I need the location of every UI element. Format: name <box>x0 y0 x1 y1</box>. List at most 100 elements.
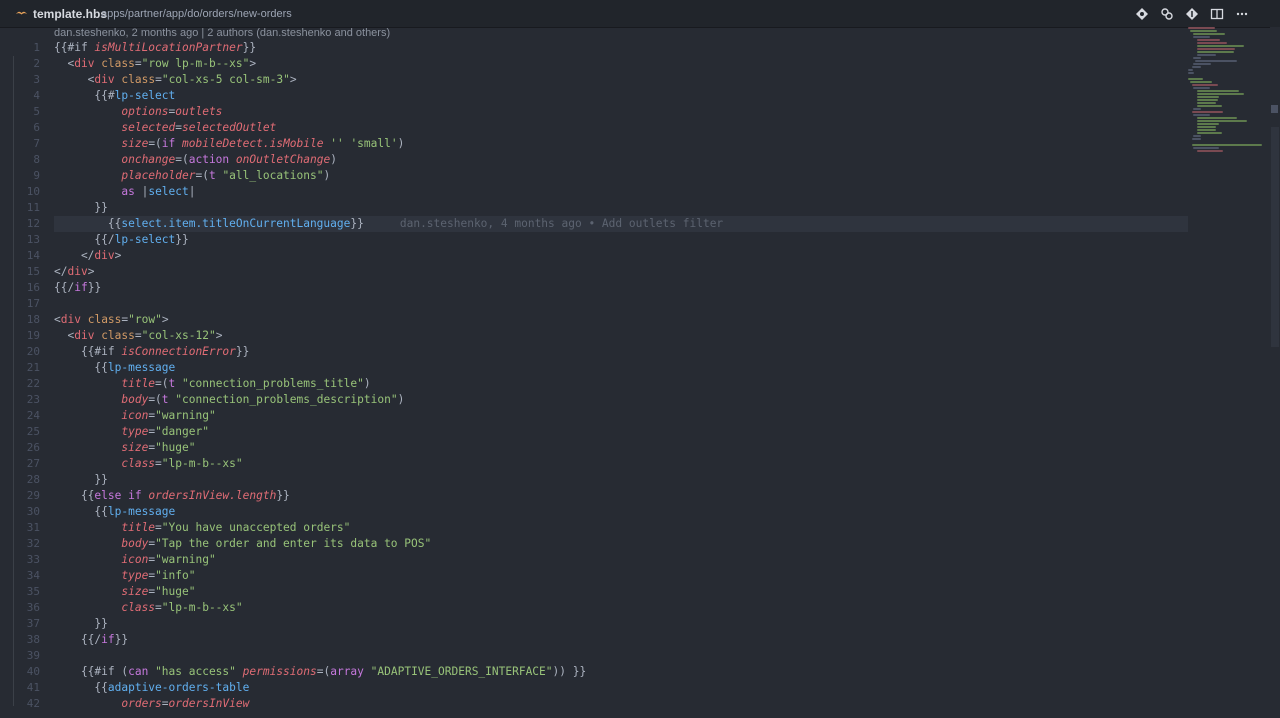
code-editor[interactable]: {{#if isMultiLocationPartner}} <div clas… <box>54 40 1188 718</box>
code-line[interactable] <box>54 648 1188 664</box>
scrollbar-thumb[interactable] <box>1271 105 1278 113</box>
code-line[interactable]: size="huge" <box>54 440 1188 456</box>
line-number[interactable]: 7 <box>0 136 40 152</box>
line-number[interactable]: 9 <box>0 168 40 184</box>
code-line[interactable]: class="lp-m-b--xs" <box>54 600 1188 616</box>
line-number[interactable]: 6 <box>0 120 40 136</box>
line-number[interactable]: 1 <box>0 40 40 56</box>
line-number[interactable]: 17 <box>0 296 40 312</box>
more-actions-icon[interactable] <box>1234 6 1250 22</box>
line-number[interactable]: 41 <box>0 680 40 696</box>
code-line[interactable] <box>54 296 1188 312</box>
line-number[interactable]: 37 <box>0 616 40 632</box>
git-commit-icon[interactable] <box>1134 6 1150 22</box>
code-line[interactable]: {{/if}} <box>54 280 1188 296</box>
code-line[interactable]: {{/if}} <box>54 632 1188 648</box>
code-line[interactable]: <div class="col-xs-12"> <box>54 328 1188 344</box>
code-line[interactable]: }} <box>54 472 1188 488</box>
code-line[interactable]: <div class="row lp-m-b--xs"> <box>54 56 1188 72</box>
line-number[interactable]: 28 <box>0 472 40 488</box>
code-line[interactable]: }} <box>54 200 1188 216</box>
line-number[interactable]: 32 <box>0 536 40 552</box>
split-editor-icon[interactable] <box>1209 6 1225 22</box>
code-line[interactable]: size=(if mobileDetect.isMobile '' 'small… <box>54 136 1188 152</box>
line-number[interactable]: 36 <box>0 600 40 616</box>
open-changes-icon[interactable] <box>1159 6 1175 22</box>
code-line[interactable]: }} <box>54 616 1188 632</box>
line-number[interactable]: 2 <box>0 56 40 72</box>
code-line[interactable]: {{else if ordersInView.length}} <box>54 488 1188 504</box>
code-line[interactable]: orders=ordersInView <box>54 696 1188 712</box>
line-number[interactable]: 20 <box>0 344 40 360</box>
line-number[interactable]: 13 <box>0 232 40 248</box>
code-line[interactable]: <div class="row"> <box>54 312 1188 328</box>
code-line[interactable]: {{#if (can "has access" permissions=(arr… <box>54 664 1188 680</box>
line-number[interactable]: 10 <box>0 184 40 200</box>
line-number[interactable]: 11 <box>0 200 40 216</box>
line-number[interactable]: 38 <box>0 632 40 648</box>
minimap-line <box>1197 51 1234 53</box>
code-line[interactable]: title=(t "connection_problems_title") <box>54 376 1188 392</box>
git-compare-icon[interactable] <box>1184 6 1200 22</box>
minimap[interactable] <box>1188 27 1268 718</box>
line-number[interactable]: 42 <box>0 696 40 712</box>
code-line[interactable]: class="lp-m-b--xs" <box>54 456 1188 472</box>
code-line[interactable]: type="danger" <box>54 424 1188 440</box>
line-number[interactable]: 29 <box>0 488 40 504</box>
code-line[interactable]: {{#if isMultiLocationPartner}} <box>54 40 1188 56</box>
line-number[interactable]: 3 <box>0 72 40 88</box>
line-number[interactable]: 5 <box>0 104 40 120</box>
code-line[interactable]: onchange=(action onOutletChange) <box>54 152 1188 168</box>
code-line[interactable]: {{lp-message <box>54 504 1188 520</box>
code-line[interactable]: title="You have unaccepted orders" <box>54 520 1188 536</box>
line-number[interactable]: 35 <box>0 584 40 600</box>
code-line[interactable]: as |select| <box>54 184 1188 200</box>
code-line[interactable]: {{select.item.titleOnCurrentLanguage}} da… <box>54 216 1188 232</box>
file-name[interactable]: template.hbs <box>33 7 107 21</box>
inline-blame[interactable]: dan.steshenko, 4 months ago • Add outlet… <box>400 217 723 230</box>
code-line[interactable]: icon="warning" <box>54 408 1188 424</box>
codelens-authors[interactable]: dan.steshenko, 2 months ago | 2 authors … <box>54 27 390 39</box>
code-line[interactable]: placeholder=(t "all_locations") <box>54 168 1188 184</box>
line-number[interactable]: 30 <box>0 504 40 520</box>
line-number[interactable]: 12 <box>0 216 40 232</box>
line-number[interactable]: 26 <box>0 440 40 456</box>
line-number[interactable]: 16 <box>0 280 40 296</box>
line-number[interactable]: 14 <box>0 248 40 264</box>
line-number[interactable]: 34 <box>0 568 40 584</box>
line-number[interactable]: 18 <box>0 312 40 328</box>
code-token: }} <box>175 233 189 246</box>
line-number[interactable]: 25 <box>0 424 40 440</box>
line-number[interactable]: 40 <box>0 664 40 680</box>
code-line[interactable]: body="Tap the order and enter its data t… <box>54 536 1188 552</box>
line-number[interactable]: 21 <box>0 360 40 376</box>
code-token: > <box>249 57 257 70</box>
code-line[interactable]: body=(t "connection_problems_description… <box>54 392 1188 408</box>
line-number[interactable]: 22 <box>0 376 40 392</box>
code-line[interactable]: {{#lp-select <box>54 88 1188 104</box>
code-line[interactable]: selected=selectedOutlet <box>54 120 1188 136</box>
line-number[interactable]: 31 <box>0 520 40 536</box>
code-line[interactable]: {{/lp-select}} <box>54 232 1188 248</box>
line-number[interactable]: 15 <box>0 264 40 280</box>
code-line[interactable]: options=outlets <box>54 104 1188 120</box>
line-number[interactable]: 39 <box>0 648 40 664</box>
code-line[interactable]: {{#if isConnectionError}} <box>54 344 1188 360</box>
line-number[interactable]: 24 <box>0 408 40 424</box>
code-line[interactable]: type="info" <box>54 568 1188 584</box>
code-line[interactable]: size="huge" <box>54 584 1188 600</box>
vertical-scrollbar[interactable] <box>1270 27 1280 718</box>
code-line[interactable]: {{adaptive-orders-table <box>54 680 1188 696</box>
line-number[interactable]: 4 <box>0 88 40 104</box>
code-line[interactable]: </div> <box>54 248 1188 264</box>
code-line[interactable]: </div> <box>54 264 1188 280</box>
line-number[interactable]: 23 <box>0 392 40 408</box>
line-number[interactable]: 19 <box>0 328 40 344</box>
code-line[interactable]: {{lp-message <box>54 360 1188 376</box>
line-number[interactable]: 27 <box>0 456 40 472</box>
line-number[interactable]: 8 <box>0 152 40 168</box>
line-number[interactable]: 33 <box>0 552 40 568</box>
code-line[interactable]: icon="warning" <box>54 552 1188 568</box>
code-line[interactable]: <div class="col-xs-5 col-sm-3"> <box>54 72 1188 88</box>
